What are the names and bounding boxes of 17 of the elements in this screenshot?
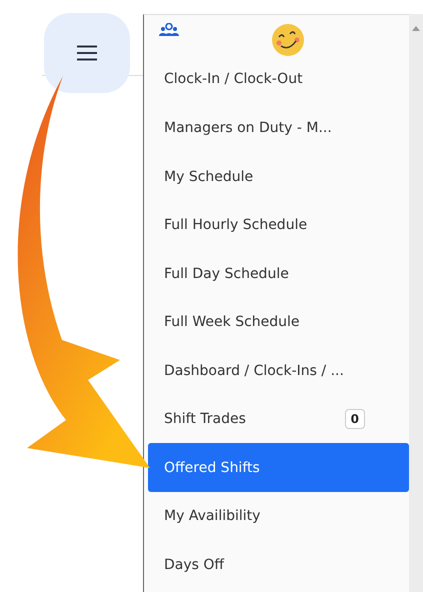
menu-item[interactable]: My Schedule <box>148 152 409 200</box>
menu-item[interactable]: My Availibility <box>148 492 409 540</box>
scroll-up-icon <box>412 26 420 31</box>
count-badge: 0 <box>344 409 365 430</box>
menu-item[interactable]: Full Hourly Schedule <box>148 200 409 249</box>
menu-button[interactable] <box>44 13 130 93</box>
menu-item[interactable]: Managers on Duty - M... <box>148 104 409 152</box>
menu-item[interactable]: Dashboard / Clock-Ins / ... <box>148 346 409 394</box>
smiley-icon <box>271 23 305 57</box>
menu-item[interactable]: Clock-In / Clock-Out <box>148 55 409 104</box>
menu-item[interactable]: Days Off <box>148 540 409 588</box>
people-icon <box>159 23 179 37</box>
menu-item[interactable]: Full Day Schedule <box>148 249 409 298</box>
menu-icon <box>77 45 97 61</box>
menu-item[interactable]: Shift Trades 0 <box>148 394 409 443</box>
menu-item[interactable]: Offered Shifts <box>148 443 409 492</box>
menu-item[interactable]: Full Week Schedule <box>148 298 409 346</box>
